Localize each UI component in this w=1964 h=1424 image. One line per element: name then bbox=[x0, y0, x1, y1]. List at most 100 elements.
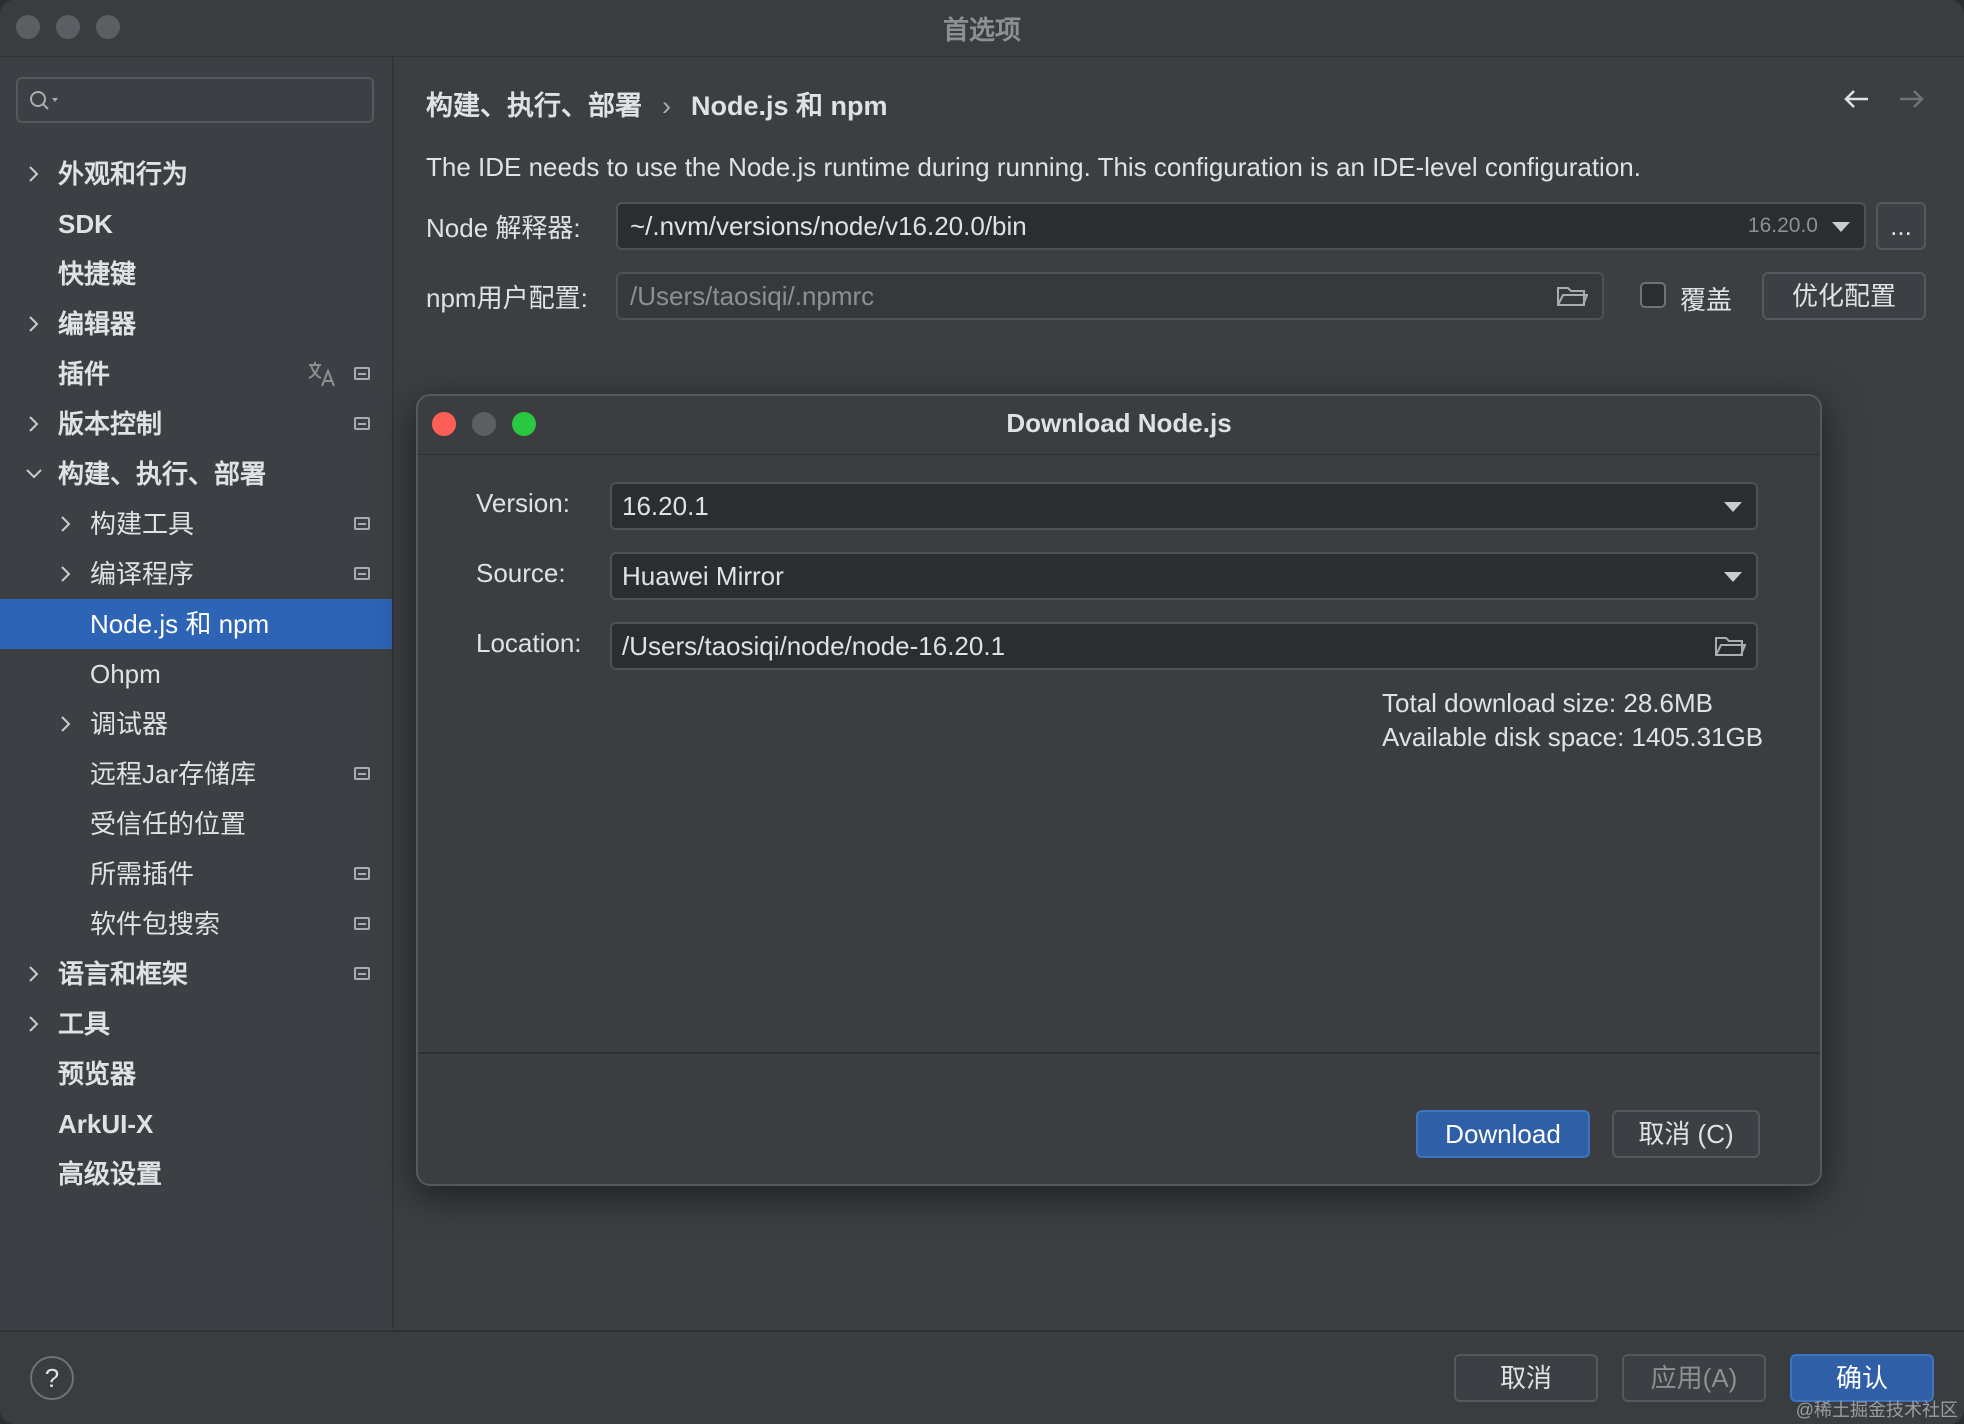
settings-search-input[interactable] bbox=[16, 77, 374, 123]
sidebar-item[interactable]: 构建、执行、部署 bbox=[0, 449, 392, 499]
chevron-right-icon[interactable] bbox=[56, 549, 76, 599]
module-icon bbox=[354, 967, 370, 980]
sidebar-item[interactable]: 软件包搜索 bbox=[0, 899, 392, 949]
sidebar-item[interactable]: 预览器 bbox=[0, 1049, 392, 1099]
chevron-right-icon[interactable] bbox=[56, 699, 76, 749]
node-description: The IDE needs to use the Node.js runtime… bbox=[426, 152, 1641, 182]
location-label: Location: bbox=[476, 628, 582, 658]
sidebar-item-label: 插件 bbox=[58, 359, 111, 389]
version-value: 16.20.1 bbox=[622, 491, 709, 521]
sidebar-item-label: 编辑器 bbox=[58, 309, 137, 339]
sidebar-item-label: 所需插件 bbox=[90, 859, 195, 889]
version-label: Version: bbox=[476, 488, 570, 518]
sidebar-item-label: 调试器 bbox=[90, 709, 169, 739]
sidebar-item[interactable]: 插件 bbox=[0, 349, 392, 399]
available-disk-space: Available disk space: 1405.31GB bbox=[1382, 722, 1764, 752]
cancel-button[interactable]: 取消 bbox=[1454, 1354, 1598, 1402]
sidebar-item[interactable]: 受信任的位置 bbox=[0, 799, 392, 849]
sidebar-item[interactable]: 高级设置 bbox=[0, 1149, 392, 1199]
settings-sidebar: 外观和行为 SDK 快捷键编辑器插件版本控制构建、执行、部署构建工具编译程序 Node… bbox=[0, 57, 394, 1329]
sidebar-item[interactable]: 版本控制 bbox=[0, 399, 392, 449]
dialog-title: Download Node.js bbox=[1006, 408, 1232, 438]
location-field[interactable]: /Users/taosiqi/node/node-16.20.1 bbox=[610, 622, 1758, 670]
apply-button[interactable]: 应用(A) bbox=[1622, 1354, 1766, 1402]
dialog-title-bar: Download Node.js bbox=[418, 396, 1820, 455]
sidebar-item[interactable]: 编译程序 bbox=[0, 549, 392, 599]
chevron-right-icon[interactable] bbox=[24, 299, 44, 349]
sidebar-item-label: 远程Jar存储库 bbox=[90, 759, 257, 789]
module-icon bbox=[354, 567, 370, 580]
folder-icon[interactable] bbox=[1714, 634, 1746, 658]
node-interpreter-select[interactable]: ~/.nvm/versions/node/v16.20.0/bin 16.20.… bbox=[616, 202, 1866, 250]
module-icon bbox=[354, 867, 370, 880]
sidebar-item-label: 构建工具 bbox=[90, 509, 195, 539]
sidebar-item-label: 快捷键 bbox=[58, 259, 137, 289]
folder-icon[interactable] bbox=[1556, 284, 1588, 308]
ok-button[interactable]: 确认 bbox=[1790, 1354, 1934, 1402]
title-bar: 首选项 bbox=[0, 0, 1964, 57]
chevron-right-icon[interactable] bbox=[24, 149, 44, 199]
node-version-badge: 16.20.0 bbox=[1747, 214, 1818, 237]
dialog-footer-divider bbox=[418, 1052, 1820, 1054]
sidebar-item[interactable]: 远程Jar存储库 bbox=[0, 749, 392, 799]
breadcrumb-parent[interactable]: 构建、执行、部署 bbox=[426, 91, 642, 121]
module-icon bbox=[354, 917, 370, 930]
sidebar-item[interactable]: SDK bbox=[0, 199, 392, 249]
sidebar-item[interactable]: 工具 bbox=[0, 999, 392, 1049]
sidebar-item[interactable]: Ohpm bbox=[0, 649, 392, 699]
module-icon bbox=[354, 767, 370, 780]
breadcrumb: 构建、执行、部署 › Node.js 和 npm bbox=[426, 84, 888, 123]
help-button[interactable]: ? bbox=[30, 1356, 74, 1400]
npm-config-field[interactable]: /Users/taosiqi/.npmrc bbox=[616, 272, 1604, 320]
back-arrow-icon[interactable] bbox=[1842, 84, 1872, 114]
sidebar-item[interactable]: 调试器 bbox=[0, 699, 392, 749]
sidebar-item-label: Ohpm bbox=[90, 659, 161, 689]
sidebar-item[interactable]: 构建工具 bbox=[0, 499, 392, 549]
sidebar-item-label: 编译程序 bbox=[90, 559, 195, 589]
translate-icon bbox=[308, 362, 335, 387]
module-icon bbox=[354, 367, 370, 380]
node-interpreter-label: Node 解释器: bbox=[426, 213, 581, 243]
chevron-right-icon[interactable] bbox=[56, 499, 76, 549]
window-title: 首选项 bbox=[942, 15, 1021, 45]
source-value: Huawei Mirror bbox=[622, 561, 784, 591]
sidebar-item-label: Node.js 和 npm bbox=[90, 609, 270, 639]
node-interpreter-value: ~/.nvm/versions/node/v16.20.0/bin bbox=[630, 211, 1027, 241]
bottom-bar: ? 取消 应用(A) 确认 @稀土掘金技术社区 bbox=[0, 1330, 1964, 1424]
breadcrumb-current: Node.js 和 npm bbox=[691, 91, 888, 121]
sidebar-item-label: 软件包搜索 bbox=[90, 909, 221, 939]
sidebar-item-label: 工具 bbox=[58, 1009, 111, 1039]
sidebar-item-label: 受信任的位置 bbox=[90, 809, 247, 839]
preferences-window: 首选项 外观和行为 SDK 快捷键 编辑器 插件 版本控制 构建、执行、部署 构建工具 编译程序… bbox=[0, 0, 1964, 1424]
node-interpreter-more-button[interactable]: ... bbox=[1876, 202, 1926, 250]
sidebar-item[interactable]: 所需插件 bbox=[0, 849, 392, 899]
chevron-down-icon bbox=[1724, 572, 1742, 582]
chevron-right-icon[interactable] bbox=[24, 999, 44, 1049]
override-label: 覆盖 bbox=[1680, 285, 1733, 315]
forward-arrow-icon[interactable] bbox=[1896, 84, 1926, 114]
chevron-down-icon bbox=[1832, 222, 1850, 232]
source-select[interactable]: Huawei Mirror bbox=[610, 552, 1758, 600]
chevron-right-icon[interactable] bbox=[24, 949, 44, 999]
chevron-down-icon bbox=[1724, 502, 1742, 512]
sidebar-item[interactable]: 语言和框架 bbox=[0, 949, 392, 999]
sidebar-item[interactable]: 外观和行为 bbox=[0, 149, 392, 199]
download-button[interactable]: Download bbox=[1416, 1110, 1590, 1158]
sidebar-item[interactable]: ArkUI-X bbox=[0, 1099, 392, 1149]
chevron-down-icon[interactable] bbox=[24, 449, 44, 499]
sidebar-item[interactable]: 快捷键 bbox=[0, 249, 392, 299]
chevron-right-icon[interactable] bbox=[24, 399, 44, 449]
location-value: /Users/taosiqi/node/node-16.20.1 bbox=[622, 631, 1006, 661]
total-download-size: Total download size: 28.6MB bbox=[1382, 688, 1713, 718]
npm-config-label: npm用户配置: bbox=[426, 283, 588, 313]
sidebar-item[interactable]: 编辑器 bbox=[0, 299, 392, 349]
sidebar-item[interactable]: Node.js 和 npm bbox=[0, 599, 392, 649]
dialog-cancel-button[interactable]: 取消 (C) bbox=[1612, 1110, 1760, 1158]
optimize-config-button[interactable]: 优化配置 bbox=[1762, 272, 1926, 320]
override-checkbox[interactable] bbox=[1640, 282, 1666, 308]
sidebar-item-label: 预览器 bbox=[58, 1059, 137, 1089]
sidebar-item-label: SDK bbox=[58, 209, 113, 239]
sidebar-item-label: 构建、执行、部署 bbox=[58, 459, 267, 489]
version-select[interactable]: 16.20.1 bbox=[610, 482, 1758, 530]
module-icon bbox=[354, 417, 370, 430]
